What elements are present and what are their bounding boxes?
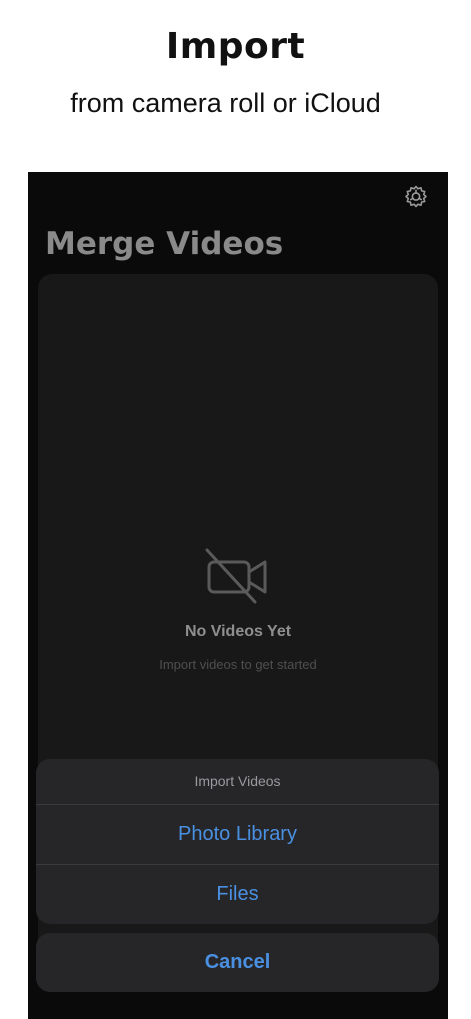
action-sheet-title: Import Videos xyxy=(36,759,439,805)
screenshot-page: Import from camera roll or iCloud Merge … xyxy=(0,0,471,1019)
app-screen: Merge Videos No Videos Yet Import videos… xyxy=(28,172,448,1019)
gear-icon[interactable] xyxy=(403,184,429,210)
app-title: Merge Videos xyxy=(45,226,284,262)
promo-title: Import xyxy=(165,26,306,67)
import-action-sheet: Import Videos Photo Library Files xyxy=(36,759,439,924)
files-button[interactable]: Files xyxy=(36,864,439,924)
video-slash-icon xyxy=(205,548,269,604)
empty-state-title: No Videos Yet xyxy=(184,623,292,640)
cancel-button[interactable]: Cancel xyxy=(36,933,439,992)
photo-library-button[interactable]: Photo Library xyxy=(36,805,439,864)
empty-state-subtitle: Import videos to get started xyxy=(159,657,317,672)
promo-subtitle: from camera roll or iCloud xyxy=(70,88,381,118)
video-slash-icon-svg xyxy=(205,548,267,604)
gear-icon-svg xyxy=(405,185,427,208)
